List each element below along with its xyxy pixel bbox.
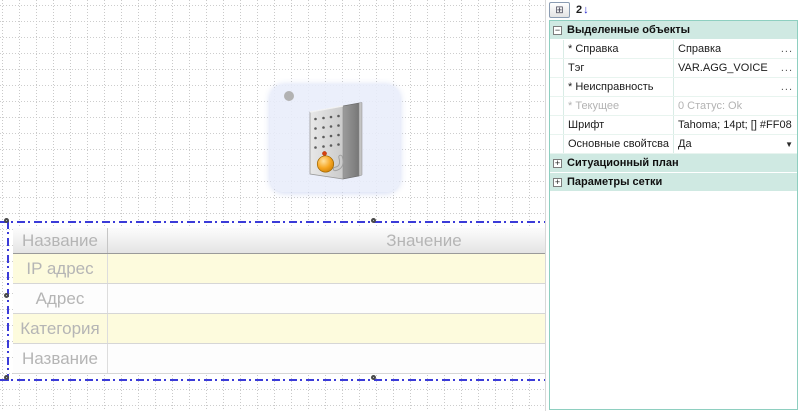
resize-handle-top-center[interactable] (371, 218, 376, 223)
table-header-row: Название Значение (13, 228, 545, 254)
sort-label: 2 (576, 4, 582, 16)
property-value: 0 Статус: Ok (674, 97, 797, 115)
row-label: Адрес (13, 284, 108, 313)
property-name: Основные свойтсва (564, 135, 674, 153)
selection-border-left (7, 221, 9, 381)
property-value[interactable]: Да ▼ (674, 135, 797, 153)
sort-down-arrow-icon: ↓ (583, 4, 589, 16)
property-row-spravka: * Справка Справка ... (550, 40, 797, 59)
resize-handle-bottom-left[interactable] (4, 375, 9, 380)
design-canvas[interactable]: Название Значение IP адрес Адрес Категор… (0, 0, 545, 411)
property-name: * Неисправность (564, 78, 674, 96)
sort-button[interactable]: 2 ↓ (576, 4, 589, 16)
row-gutter (550, 78, 564, 96)
dropdown-arrow-icon[interactable]: ▼ (785, 140, 797, 149)
properties-panel: ⊞ 2 ↓ − Выделенные объекты * Справка Спр… (545, 0, 800, 411)
row-value (108, 344, 545, 373)
selection-border-bottom (0, 379, 545, 381)
device-led-red (322, 151, 326, 155)
resize-handle-top-left[interactable] (4, 218, 9, 223)
resize-handle-mid-left[interactable] (4, 293, 9, 298)
table-header-name: Название (13, 228, 108, 253)
table-row: IP адрес (13, 254, 545, 284)
property-name: * Справка (564, 40, 674, 58)
table-header-value: Значение (108, 228, 545, 253)
intercom-device-icon[interactable] (305, 95, 365, 187)
device-call-button (317, 156, 333, 172)
value-table-object[interactable]: Название Значение IP адрес Адрес Категор… (13, 228, 545, 374)
selection-border-top (0, 221, 545, 223)
expand-icon[interactable]: + (553, 159, 562, 168)
row-gutter (550, 116, 564, 134)
row-value (108, 314, 545, 343)
property-grid: − Выделенные объекты * Справка Справка .… (549, 20, 798, 410)
property-row-tekushchee: * Текущее 0 Статус: Ok (550, 97, 797, 116)
categorized-view-button[interactable]: ⊞ (549, 2, 570, 18)
ellipsis-button[interactable]: ... (781, 62, 797, 74)
table-row: Название (13, 344, 545, 374)
row-gutter (550, 97, 564, 115)
expand-icon[interactable]: + (553, 178, 562, 187)
category-label: Параметры сетки (567, 176, 662, 188)
collapse-icon[interactable]: − (553, 26, 562, 35)
row-label: Категория (13, 314, 108, 343)
categorized-icon: ⊞ (555, 5, 563, 16)
property-row-shrift: Шрифт Tahoma; 14pt; [] #FF08 (550, 116, 797, 135)
property-row-neispravnost: * Неисправность ... (550, 78, 797, 97)
connector-point (284, 91, 294, 101)
row-gutter (550, 135, 564, 153)
property-value[interactable]: ... (674, 78, 797, 96)
row-value (108, 254, 545, 283)
property-name: Шрифт (564, 116, 674, 134)
row-label: Название (13, 344, 108, 373)
table-row: Адрес (13, 284, 545, 314)
row-gutter (550, 40, 564, 58)
ellipsis-button[interactable]: ... (781, 81, 797, 93)
property-value[interactable]: Справка ... (674, 40, 797, 58)
category-label: Ситуационный план (567, 157, 679, 169)
property-name: Тэг (564, 59, 674, 77)
property-name: * Текущее (564, 97, 674, 115)
category-grid-params[interactable]: + Параметры сетки (550, 173, 797, 192)
property-toolbar: ⊞ 2 ↓ (546, 0, 800, 20)
row-gutter (550, 59, 564, 77)
row-value (108, 284, 545, 313)
property-row-tag: Тэг VAR.AGG_VOICE ... (550, 59, 797, 78)
property-value[interactable]: Tahoma; 14pt; [] #FF08 (674, 116, 797, 134)
resize-handle-bottom-center[interactable] (371, 375, 376, 380)
row-label: IP адрес (13, 254, 108, 283)
scada-editor-window: Название Значение IP адрес Адрес Категор… (0, 0, 800, 411)
property-value[interactable]: VAR.AGG_VOICE ... (674, 59, 797, 77)
category-situation-plan[interactable]: + Ситуационный план (550, 154, 797, 173)
category-label: Выделенные объекты (567, 24, 690, 36)
ellipsis-button[interactable]: ... (781, 43, 797, 55)
property-row-osnovnye: Основные свойтсва Да ▼ (550, 135, 797, 154)
category-selected-objects[interactable]: − Выделенные объекты (550, 21, 797, 40)
table-row: Категория (13, 314, 545, 344)
